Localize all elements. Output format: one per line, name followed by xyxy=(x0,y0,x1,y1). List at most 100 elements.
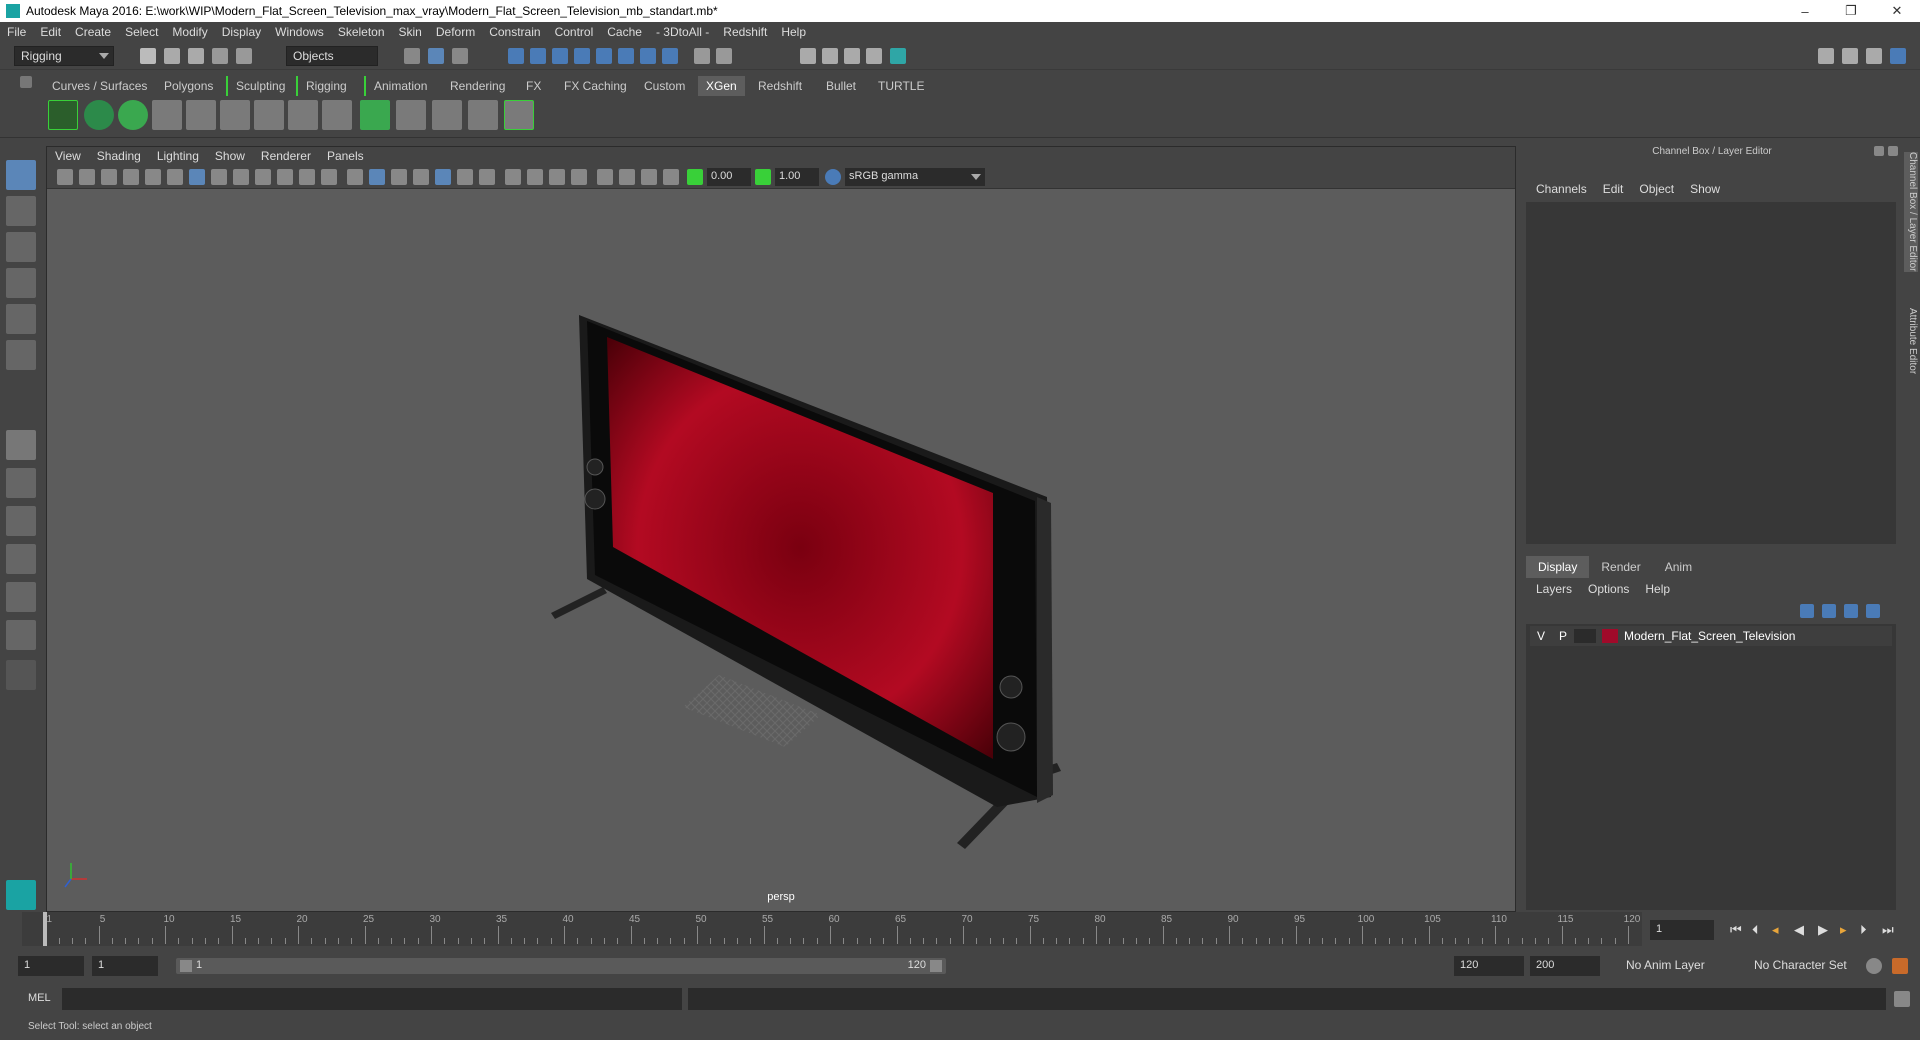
character-set-dropdown[interactable]: No Character Set xyxy=(1748,956,1872,976)
ipr-render-icon[interactable] xyxy=(822,48,838,64)
auto-key-icon[interactable] xyxy=(1866,958,1882,974)
menu-help[interactable]: Help xyxy=(774,25,813,39)
xgen-sculpt-guide-icon[interactable] xyxy=(220,100,250,130)
time-ruler[interactable]: 1 5 10 15 20 25 30 35 40 45 50 55 60 65 70 75 80 85 90 95 10… xyxy=(22,912,1642,946)
cb-menu-edit[interactable]: Edit xyxy=(1595,182,1632,196)
le-menu-options[interactable]: Options xyxy=(1580,582,1637,596)
paint-select-tool-icon[interactable] xyxy=(6,232,36,262)
selection-mask-dropdown[interactable]: Objects xyxy=(286,46,378,66)
range-start-handle[interactable] xyxy=(180,960,192,972)
animation-start-field[interactable]: 1 xyxy=(18,956,84,976)
script-editor-icon[interactable] xyxy=(1894,991,1910,1007)
new-scene-icon[interactable] xyxy=(140,48,156,64)
shelf-tab-custom[interactable]: Custom xyxy=(636,76,693,96)
layer-name[interactable]: Modern_Flat_Screen_Television xyxy=(1624,629,1795,643)
tab-render[interactable]: Render xyxy=(1589,556,1652,578)
snap-view-plane-icon[interactable] xyxy=(574,48,590,64)
redo-icon[interactable] xyxy=(236,48,252,64)
xgen-cache-icon[interactable] xyxy=(504,100,534,130)
menu-display[interactable]: Display xyxy=(215,25,268,39)
attribute-editor-toggle-icon[interactable] xyxy=(1842,48,1858,64)
render-current-frame-icon[interactable] xyxy=(800,48,816,64)
lock-icon[interactable] xyxy=(694,48,710,64)
shelf-tab-redshift[interactable]: Redshift xyxy=(750,76,810,96)
open-scene-icon[interactable] xyxy=(164,48,180,64)
close-button[interactable]: ✕ xyxy=(1874,0,1920,22)
render-view-icon[interactable] xyxy=(890,48,906,64)
single-perspective-view-icon[interactable] xyxy=(6,430,36,460)
xgen-layers-icon[interactable] xyxy=(360,100,390,130)
go-to-end-icon[interactable]: ⏭ xyxy=(1882,922,1894,938)
xgen-bend-guide-icon[interactable] xyxy=(322,100,352,130)
current-time-marker[interactable] xyxy=(43,912,48,946)
playback-start-field[interactable]: 1 xyxy=(92,956,158,976)
go-to-start-icon[interactable]: ⏮ xyxy=(1730,922,1742,938)
menu-3dtoall[interactable]: - 3DtoAll - xyxy=(649,25,716,39)
select-tool-icon[interactable] xyxy=(6,160,36,190)
four-view-layout-icon[interactable] xyxy=(6,468,36,498)
step-forward-key-icon[interactable]: ⏵ xyxy=(1860,922,1867,938)
select-by-object-icon[interactable] xyxy=(428,48,444,64)
animation-preferences-icon[interactable] xyxy=(1892,958,1908,974)
side-tab-channel-box[interactable]: Channel Box / Layer Editor xyxy=(1904,152,1918,272)
xgen-lock-guide-icon[interactable] xyxy=(288,100,318,130)
menu-select[interactable]: Select xyxy=(118,25,165,39)
move-tool-icon[interactable] xyxy=(6,268,36,298)
step-back-key-icon[interactable]: ⏴ xyxy=(1752,922,1759,938)
script-language-label[interactable]: MEL xyxy=(28,992,51,1004)
cb-menu-show[interactable]: Show xyxy=(1682,182,1728,196)
tab-display[interactable]: Display xyxy=(1526,556,1590,578)
persp-graph-layout-icon[interactable] xyxy=(6,544,36,574)
menu-control[interactable]: Control xyxy=(548,25,601,39)
range-slider[interactable]: 1 120 xyxy=(176,958,946,974)
tool-settings-toggle-icon[interactable] xyxy=(1866,48,1882,64)
viewport-panel[interactable]: View Shading Lighting Show Renderer Pane… xyxy=(46,146,1516,912)
shelf-tab-xgen[interactable]: XGen xyxy=(698,76,745,96)
side-tab-attribute-editor[interactable]: Attribute Editor xyxy=(1904,308,1918,374)
rotate-tool-icon[interactable] xyxy=(6,304,36,334)
menu-redshift[interactable]: Redshift xyxy=(716,25,774,39)
undo-icon[interactable] xyxy=(212,48,228,64)
new-empty-layer-icon[interactable] xyxy=(1844,604,1858,618)
shelf-tab-fx[interactable]: FX xyxy=(518,76,549,96)
menu-skeleton[interactable]: Skeleton xyxy=(331,25,392,39)
shelf-menu-icon[interactable] xyxy=(20,76,32,88)
channel-box-area[interactable] xyxy=(1526,202,1896,544)
layer-visibility-toggle[interactable]: V xyxy=(1530,629,1552,643)
minimize-button[interactable]: – xyxy=(1782,0,1828,22)
snap-point-icon[interactable] xyxy=(552,48,568,64)
le-menu-help[interactable]: Help xyxy=(1637,582,1678,596)
layer-row[interactable]: V P Modern_Flat_Screen_Television xyxy=(1530,626,1892,646)
menu-create[interactable]: Create xyxy=(68,25,118,39)
shelf-tab-animation[interactable]: Animation xyxy=(364,76,435,96)
channel-box-toggle-icon[interactable] xyxy=(1890,48,1906,64)
make-live-icon[interactable] xyxy=(640,48,656,64)
maximize-button[interactable]: ❐ xyxy=(1828,0,1874,22)
scale-tool-icon[interactable] xyxy=(6,340,36,370)
menu-file[interactable]: File xyxy=(0,25,33,39)
step-forward-frame-icon[interactable]: ▸ xyxy=(1840,922,1847,938)
xgen-clumping-icon[interactable] xyxy=(396,100,426,130)
save-scene-icon[interactable] xyxy=(188,48,204,64)
animation-end-field[interactable]: 200 xyxy=(1530,956,1600,976)
play-forward-icon[interactable]: ▶ xyxy=(1818,922,1828,938)
menu-cache[interactable]: Cache xyxy=(600,25,649,39)
snap-curve-icon[interactable] xyxy=(530,48,546,64)
shelf-tab-rendering[interactable]: Rendering xyxy=(442,76,513,96)
menu-constrain[interactable]: Constrain xyxy=(482,25,547,39)
persp-hypershade-layout-icon[interactable] xyxy=(6,582,36,612)
lasso-tool-icon[interactable] xyxy=(6,196,36,226)
time-slider[interactable]: 1 5 10 15 20 25 30 35 40 45 50 55 60 65 70 75 80 85 90 95 10… xyxy=(22,912,1642,946)
xgen-guide-icon[interactable] xyxy=(152,100,182,130)
close-panel-icon[interactable] xyxy=(1888,146,1898,156)
snap-vertex-icon[interactable] xyxy=(618,48,634,64)
le-menu-layers[interactable]: Layers xyxy=(1528,582,1580,596)
select-by-hierarchy-icon[interactable] xyxy=(404,48,420,64)
new-layer-from-selected-icon[interactable] xyxy=(1866,604,1880,618)
render-settings-icon[interactable] xyxy=(844,48,860,64)
shelf-tab-turtle[interactable]: TURTLE xyxy=(870,76,932,96)
modeling-toolkit-icon[interactable] xyxy=(1818,48,1834,64)
cb-menu-object[interactable]: Object xyxy=(1631,182,1682,196)
menu-skin[interactable]: Skin xyxy=(392,25,429,39)
xgen-noise-icon[interactable] xyxy=(432,100,462,130)
